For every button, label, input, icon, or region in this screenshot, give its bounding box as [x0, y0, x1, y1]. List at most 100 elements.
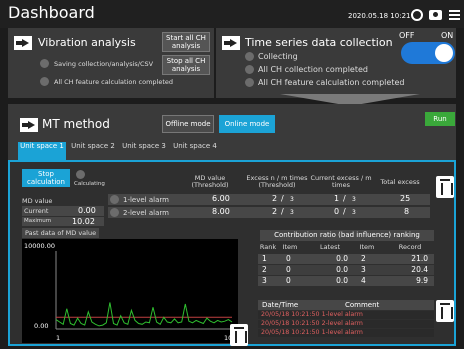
toggle-on-label: ON: [441, 31, 454, 40]
feature-status-led: [40, 77, 49, 86]
trash-icon[interactable]: [230, 324, 248, 346]
chart-y-top: 10000.00: [24, 242, 56, 250]
arrow-right-icon: [20, 118, 38, 132]
maximum-label: Maximum: [24, 218, 52, 224]
mt-title: MT method: [42, 117, 110, 131]
past-data-label: Past data of MD value: [22, 228, 100, 238]
ranking-cell: 9.9: [416, 276, 428, 285]
rank-h-item2: Item: [359, 243, 375, 251]
header-bar: Dashboard 2020.05.18 10:21: [0, 0, 464, 28]
rank-h-item: Item: [282, 243, 298, 251]
current-value: 0.00: [78, 206, 96, 215]
th-total-excess: Total excess: [380, 178, 420, 186]
toggle-off-label: OFF: [399, 31, 415, 40]
collecting-label: Collecting: [258, 52, 298, 61]
th-excess: Excess n / m times (Threshold): [246, 174, 308, 189]
calculating-label: Calculating: [74, 181, 105, 187]
maximum-value: 10.02: [72, 217, 95, 226]
datetime: 2020.05.18 10:21: [348, 12, 411, 20]
tab-unit-space-3[interactable]: Unit space 3: [120, 142, 168, 160]
page-title: Dashboard: [8, 3, 95, 22]
slash: /: [281, 194, 284, 203]
slash: /: [343, 194, 346, 203]
ts-feature-label: All CH feature calculation completed: [258, 78, 405, 87]
offline-mode-button[interactable]: Offline mode: [162, 115, 214, 133]
alarm2-n: 2: [272, 207, 278, 216]
alarm1-n: 2: [272, 194, 278, 203]
start-all-analysis-button[interactable]: Start all CH analysis: [162, 32, 210, 52]
alarm2-led: [110, 208, 119, 217]
alarm1-md: 6.00: [212, 194, 230, 203]
rank-h-rank: Rank: [259, 243, 277, 251]
log-entry[interactable]: 20/05/18 10:21:50 2-level alarm: [258, 320, 434, 328]
tab-unit-space-1[interactable]: Unit space 1: [18, 142, 66, 160]
timeseries-title: Time series data collection: [245, 36, 393, 49]
alarm1-led: [110, 195, 119, 204]
collecting-led: [245, 52, 254, 61]
collection-complete-led: [245, 65, 254, 74]
ranking-cell: 0: [286, 254, 291, 263]
saving-status-led: [40, 59, 49, 68]
log-h-comment: Comment: [345, 301, 380, 309]
ranking-cell: 3: [361, 265, 366, 274]
slash: /: [343, 207, 346, 216]
stop-all-analysis-button[interactable]: Stop all CH analysis: [162, 55, 210, 75]
trash-icon[interactable]: [436, 300, 454, 322]
menu-icon[interactable]: [449, 10, 460, 20]
alarm1-name: 1-level alarm: [123, 196, 169, 204]
ranking-cell: 2: [262, 265, 267, 274]
arrow-right-icon: [14, 36, 32, 50]
network-icon[interactable]: [411, 9, 423, 21]
ranking-cell: 3: [262, 276, 267, 285]
ranking-cell: 0.0: [336, 254, 348, 263]
alarm1-total: 25: [400, 194, 411, 203]
alarm2-m: 3: [290, 209, 294, 216]
current-label: Current: [24, 207, 49, 215]
calculating-led: [76, 170, 85, 179]
th-md-value: MD value (Threshold): [191, 174, 229, 189]
ranking-cell: 1: [262, 254, 267, 263]
ranking-cell: 20.4: [411, 265, 428, 274]
rank-h-latest: Latest: [319, 243, 341, 251]
camera-icon[interactable]: [429, 10, 442, 20]
saving-status-label: Saving collection/analysis/CSV: [54, 60, 154, 68]
log-h-datetime: Date/Time: [262, 301, 299, 309]
ranking-cell: 2: [361, 254, 366, 263]
alarm2-cur: 0: [334, 207, 340, 216]
ranking-cell: 0.0: [336, 276, 348, 285]
ranking-cell: 0: [286, 265, 291, 274]
stop-calculation-button[interactable]: Stop calculation: [22, 169, 70, 187]
tab-unit-space-4[interactable]: Unit space 4: [171, 142, 219, 160]
alarm2-name: 2-level alarm: [123, 209, 169, 217]
alarm1-cur: 1: [334, 194, 340, 203]
rank-h-record: Record: [398, 243, 422, 251]
ts-feature-led: [245, 78, 254, 87]
alarm1-cm: 3: [352, 196, 356, 203]
th-current-excess: Current excess / m times: [310, 174, 372, 189]
md-value-label: MD value: [22, 197, 53, 205]
ranking-cell: 21.0: [411, 254, 428, 263]
ranking-title: Contribution ratio (bad influence) ranki…: [260, 230, 434, 241]
alarm2-total: 8: [404, 207, 410, 216]
ranking-cell: 4: [361, 276, 366, 285]
divider: [214, 28, 216, 98]
alarm1-m: 3: [290, 196, 294, 203]
arrow-right-icon: [222, 36, 240, 50]
feature-status-label: All CH feature calculation completed: [54, 78, 173, 86]
log-entry[interactable]: 20/05/18 10:21:50 1-level alarm: [258, 329, 434, 337]
ranking-cell: 0.0: [336, 265, 348, 274]
ranking-cell: 0: [286, 276, 291, 285]
log-entry[interactable]: 20/05/18 10:21:50 1-level alarm: [258, 311, 434, 319]
slash: /: [281, 207, 284, 216]
collection-complete-label: All CH collection completed: [258, 65, 368, 74]
trash-icon[interactable]: [436, 176, 454, 198]
vibration-title: Vibration analysis: [38, 36, 136, 49]
collection-toggle[interactable]: [401, 42, 455, 64]
tab-unit-space-2[interactable]: Unit space 2: [69, 142, 117, 160]
chart-x-start: 1: [56, 334, 61, 342]
alarm2-md: 8.00: [212, 207, 230, 216]
online-mode-button[interactable]: Online mode: [219, 115, 275, 133]
chart-y-bottom: 0.00: [34, 322, 49, 330]
run-button[interactable]: Run: [425, 112, 455, 126]
md-chart: [22, 239, 238, 343]
